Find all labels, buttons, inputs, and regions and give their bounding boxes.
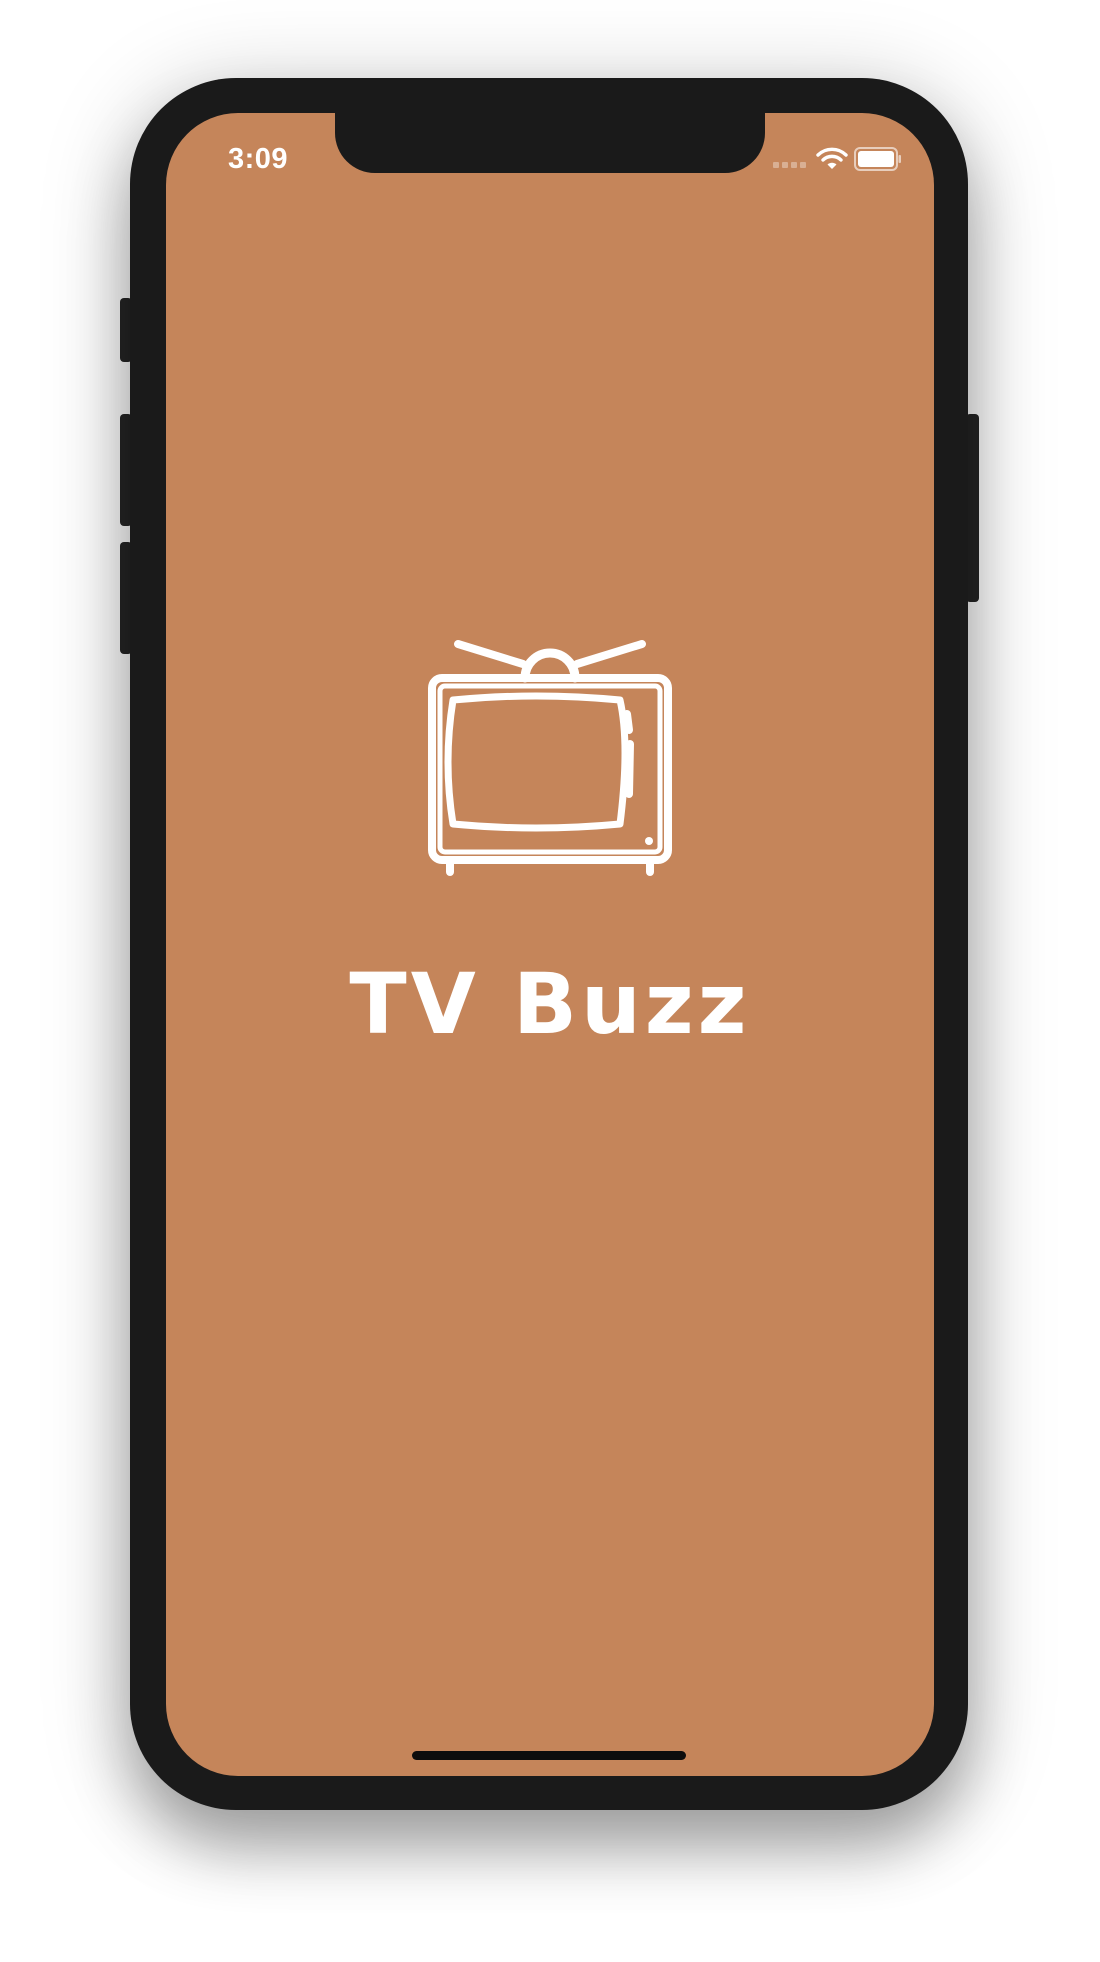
splash-content: TV Buzz — [166, 113, 934, 1776]
app-screen: 3:09 TV Buzz — [166, 113, 934, 1776]
tv-icon — [428, 640, 672, 876]
device-mockup: 3:09 TV Buzz — [0, 0, 1100, 1962]
app-title: TV Buzz — [349, 955, 751, 1053]
home-indicator[interactable] — [412, 1751, 686, 1760]
